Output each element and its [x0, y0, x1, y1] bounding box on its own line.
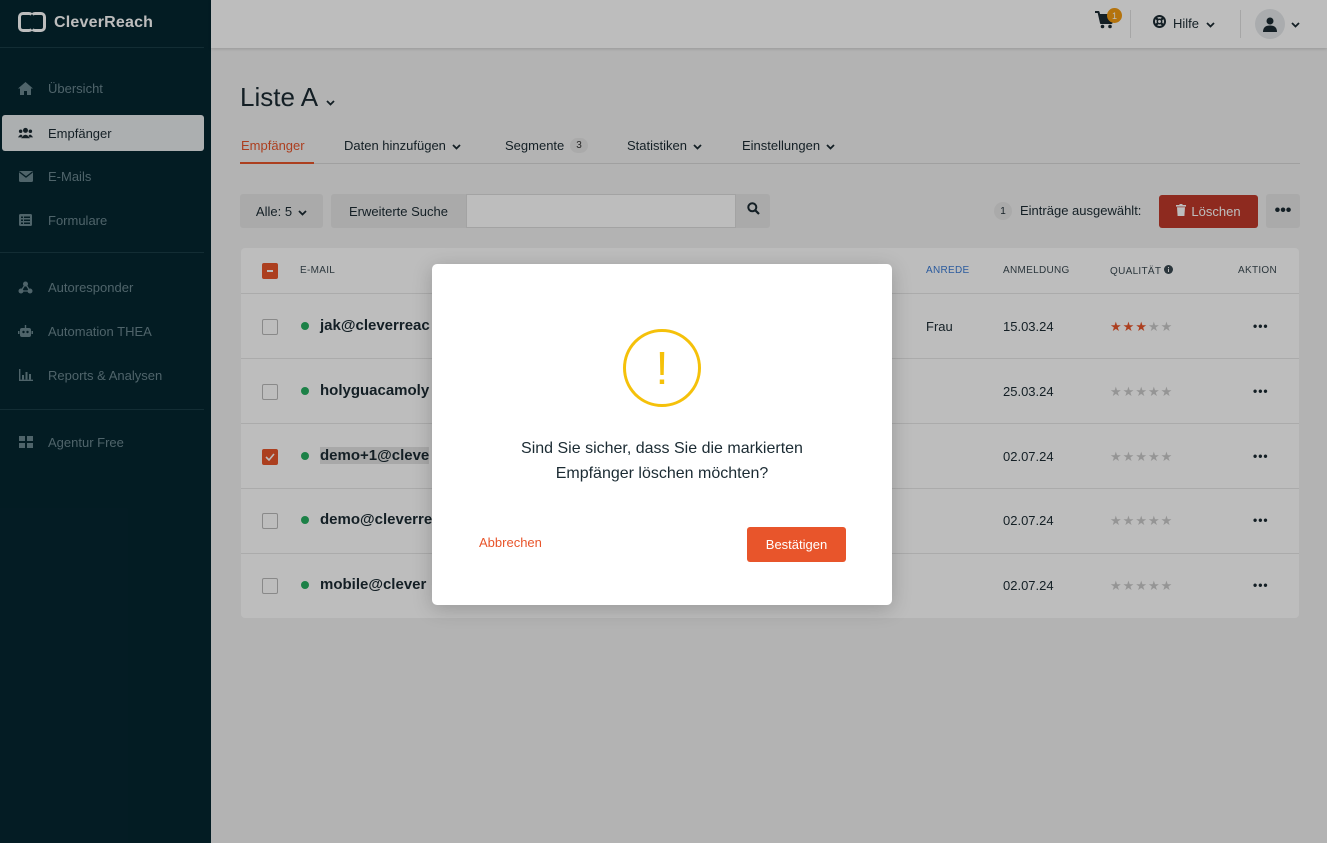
- dialog-message: Sind Sie sicher, dass Sie die markierten…: [462, 436, 862, 486]
- warning-icon: !: [623, 329, 701, 407]
- dialog-message-line: Empfänger löschen möchten?: [555, 465, 769, 482]
- delete-confirmation-dialog: ! Sind Sie sicher, dass Sie die markiert…: [432, 264, 892, 605]
- cancel-button[interactable]: Abbrechen: [479, 535, 542, 550]
- dialog-message-line: Sind Sie sicher, dass Sie die markierten: [521, 440, 803, 457]
- confirm-button[interactable]: Bestätigen: [747, 527, 846, 562]
